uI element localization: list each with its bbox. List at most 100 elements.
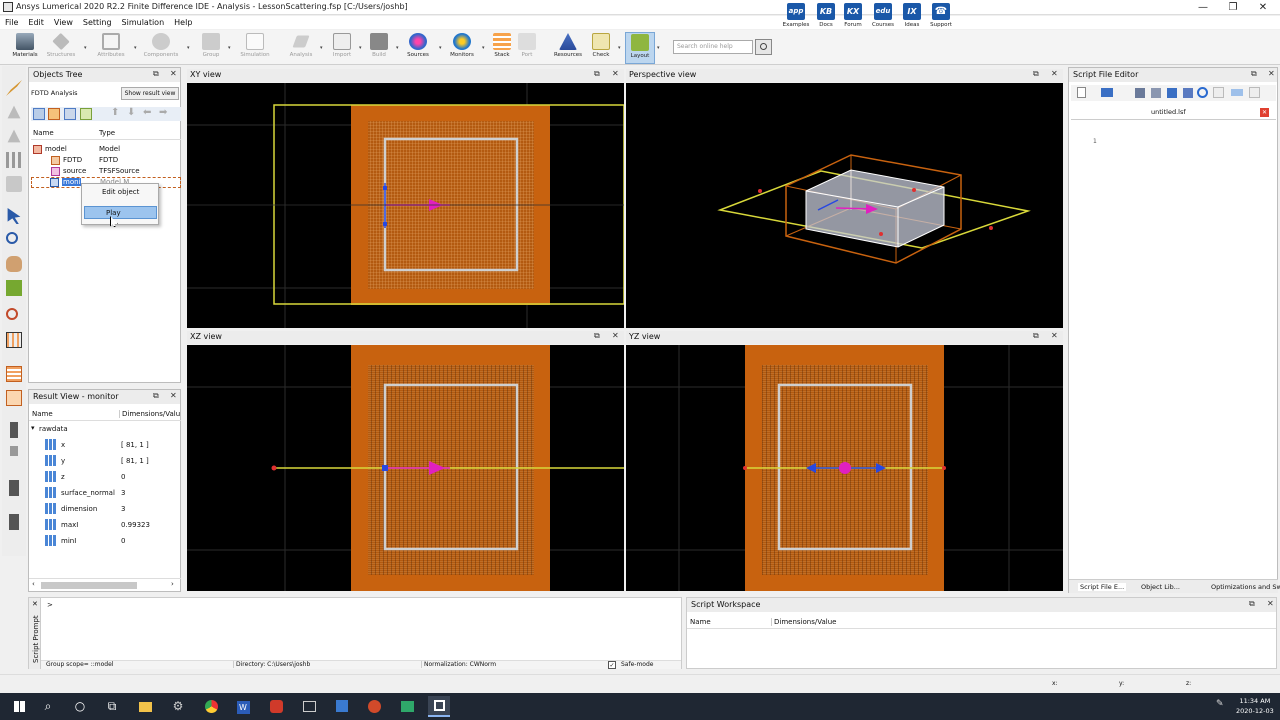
terminal-button[interactable]	[298, 696, 320, 717]
layout-button[interactable]: Layout	[625, 32, 655, 64]
move-right-icon[interactable]: ➡	[159, 107, 167, 118]
menu-edit[interactable]: Edit	[23, 16, 49, 29]
cortana-button[interactable]: ○	[69, 696, 91, 717]
courses-button[interactable]: edu Courses	[868, 2, 898, 34]
lumerical-button[interactable]	[265, 696, 287, 717]
expand-arrow-icon[interactable]: ▾	[31, 424, 35, 432]
tree-row-fdtd[interactable]: FDTD FDTD	[31, 155, 181, 166]
float-panel-icon[interactable]: ⧉	[1251, 69, 1257, 79]
move-up-icon[interactable]: ⬆	[111, 107, 119, 118]
screen-recorder-button[interactable]	[396, 696, 418, 717]
network-icon[interactable]: ✎	[1216, 699, 1224, 709]
tree-group-icon[interactable]	[48, 108, 60, 120]
tree-list-icon[interactable]	[64, 108, 76, 120]
pan-hand-icon[interactable]	[6, 256, 22, 272]
structures-button[interactable]: Structures	[46, 32, 76, 64]
support-button[interactable]: ☎ Support	[926, 2, 956, 34]
result-row[interactable]: x [ 81, 1 ]	[31, 439, 179, 451]
slider-2-icon[interactable]	[9, 480, 19, 496]
menu-help[interactable]: Help	[169, 16, 197, 29]
analysis-button[interactable]: Analysis	[286, 32, 316, 64]
word-button[interactable]: W	[232, 696, 254, 717]
open-file-icon[interactable]	[1101, 88, 1113, 97]
zoom-extent-icon[interactable]	[6, 308, 18, 320]
new-file-icon[interactable]	[1077, 87, 1086, 98]
import-button[interactable]: Import	[327, 32, 357, 64]
close-panel-icon[interactable]: ✕	[170, 391, 177, 400]
result-row[interactable]: y [ 81, 1 ]	[31, 455, 179, 467]
mesh-icon[interactable]	[6, 332, 22, 348]
clock[interactable]: 11:34 AM 2020-12-03	[1236, 696, 1274, 716]
rawdata-group[interactable]: ▾ rawdata	[31, 424, 181, 435]
close-panel-icon[interactable]: ✕	[1267, 599, 1274, 608]
tab-object-library[interactable]: Object Lib...	[1141, 583, 1180, 591]
sources-button[interactable]: Sources	[403, 32, 433, 64]
xz-view-canvas[interactable]	[187, 345, 624, 591]
edit-object-menu-item[interactable]: Edit object	[102, 188, 139, 196]
menu-setting[interactable]: Setting	[78, 16, 117, 29]
export-icon[interactable]	[1183, 88, 1193, 98]
powerpoint-button[interactable]	[363, 696, 385, 717]
open-folder-icon[interactable]	[1167, 88, 1177, 98]
components-button[interactable]: Components	[144, 32, 178, 64]
active-window-button[interactable]	[428, 696, 450, 717]
zoom-icon[interactable]	[6, 232, 18, 244]
array-icon[interactable]	[6, 152, 22, 168]
file-explorer-button[interactable]	[134, 696, 156, 717]
close-panel-icon[interactable]: ✕	[32, 600, 38, 608]
ruler-icon[interactable]	[6, 280, 22, 296]
close-view-icon[interactable]: ✕	[612, 331, 619, 340]
show-result-view-button[interactable]: Show result view	[121, 87, 179, 100]
delete-icon[interactable]	[6, 176, 22, 192]
scroll-thumb[interactable]	[41, 582, 137, 589]
close-view-icon[interactable]: ✕	[1051, 331, 1058, 340]
float-view-icon[interactable]: ⧉	[594, 69, 600, 79]
app-button[interactable]	[331, 696, 353, 717]
slider-icon[interactable]	[10, 422, 18, 438]
float-panel-icon[interactable]: ⧉	[1249, 599, 1255, 609]
close-view-icon[interactable]: ✕	[1051, 69, 1058, 78]
build-button[interactable]: Build	[364, 32, 394, 64]
move-down-icon[interactable]: ⬇	[127, 107, 135, 118]
layout-grid-icon[interactable]	[6, 390, 22, 406]
close-panel-icon[interactable]: ✕	[170, 69, 177, 78]
menu-file[interactable]: File	[0, 16, 23, 29]
close-panel-icon[interactable]: ✕	[1268, 69, 1275, 78]
menu-simulation[interactable]: Simulation	[117, 16, 170, 29]
script-text-area[interactable]: 1	[1071, 123, 1276, 575]
ideas-button[interactable]: IX Ideas	[897, 2, 927, 34]
shapes-icon[interactable]	[7, 105, 21, 119]
float-view-icon[interactable]: ⧉	[1033, 69, 1039, 79]
result-row[interactable]: surface_normal 3	[31, 487, 179, 499]
yz-view-canvas[interactable]	[626, 345, 1063, 591]
float-panel-icon[interactable]: ⧉	[153, 69, 159, 79]
xy-view-canvas[interactable]	[187, 83, 624, 328]
simulation-button[interactable]: Simulation	[240, 32, 270, 64]
move-left-icon[interactable]: ⬅	[143, 107, 151, 118]
materials-button[interactable]: Materials	[10, 32, 40, 64]
save-icon[interactable]	[1135, 88, 1145, 98]
slider-3-icon[interactable]	[9, 514, 19, 530]
tab-script-file-editor[interactable]: Script File E...	[1078, 583, 1127, 591]
triangle-icon[interactable]	[7, 129, 21, 143]
settings-taskbar-button[interactable]: ⚙	[167, 696, 189, 717]
float-view-icon[interactable]: ⧉	[1033, 331, 1039, 341]
result-row[interactable]: minI 0	[31, 535, 179, 547]
refresh-icon[interactable]	[1197, 87, 1208, 98]
tree-filter-icon[interactable]	[80, 108, 92, 120]
result-row[interactable]: dimension 3	[31, 503, 179, 515]
result-row[interactable]: maxI 0.99323	[31, 519, 179, 531]
step-icon[interactable]	[1249, 87, 1260, 98]
tree-row-source[interactable]: source TFSFSource	[31, 166, 181, 177]
safe-mode-checkbox[interactable]: ✓	[608, 661, 616, 669]
minimize-button[interactable]: —	[1186, 0, 1220, 15]
grid-view-icon[interactable]	[6, 366, 22, 382]
scroll-left-icon[interactable]: ‹	[32, 580, 35, 588]
edit-pencil-icon[interactable]	[6, 80, 22, 96]
perspective-view-canvas[interactable]	[626, 83, 1063, 328]
tree-row-model[interactable]: model Model	[31, 144, 181, 155]
chrome-button[interactable]	[200, 696, 222, 717]
menu-view[interactable]: View	[49, 16, 78, 29]
horizontal-scrollbar[interactable]: ‹ ›	[29, 578, 181, 591]
attributes-button[interactable]: Attributes	[96, 32, 126, 64]
